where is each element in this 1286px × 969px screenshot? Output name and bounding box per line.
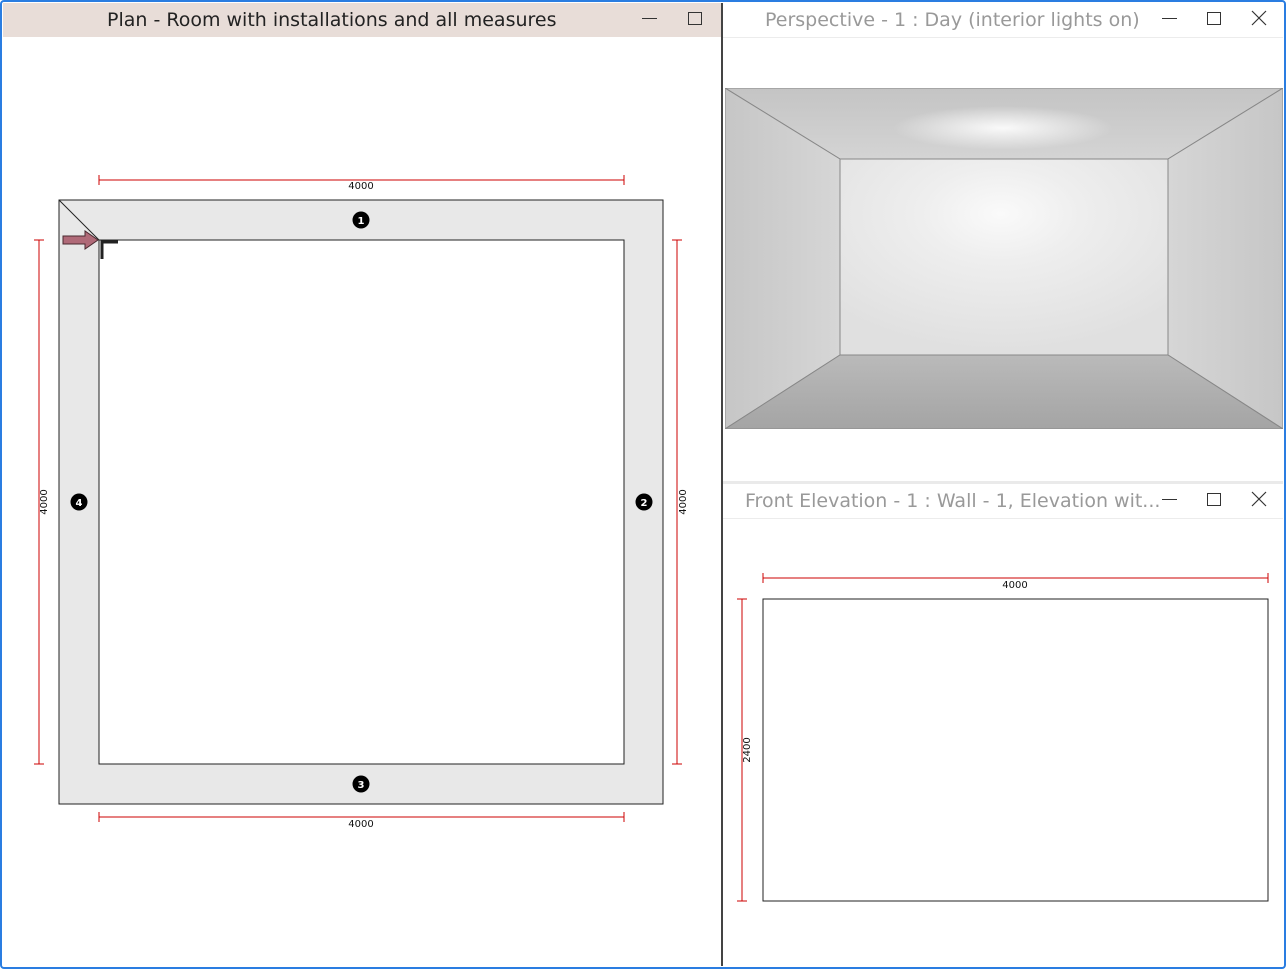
dimension-top-label: 4000 (348, 181, 373, 192)
elevation-title-bar[interactable]: Front Elevation - 1 : Wall - 1, Elevatio… (723, 484, 1283, 519)
perspective-maximize-button[interactable] (1198, 3, 1230, 33)
dimension-left-label: 4000 (39, 489, 50, 514)
maximize-icon (1207, 492, 1221, 506)
perspective-render[interactable] (725, 88, 1283, 429)
dimension-right-label: 4000 (678, 489, 689, 514)
room-walls[interactable] (58, 199, 664, 805)
elevation-minimize-button[interactable] (1153, 484, 1185, 514)
wall-marker-3[interactable]: 3 (352, 775, 370, 793)
elevation-title: Front Elevation - 1 : Wall - 1, Elevatio… (745, 490, 1161, 512)
ceiling-light-glow (893, 106, 1113, 150)
plan-window[interactable]: Plan - Room with installations and all m… (3, 3, 723, 966)
plan-maximize-button[interactable] (679, 3, 711, 33)
elevation-window[interactable]: Front Elevation - 1 : Wall - 1, Elevatio… (723, 484, 1283, 966)
maximize-icon (1207, 11, 1221, 25)
svg-text:3: 3 (358, 780, 365, 791)
close-icon (1251, 491, 1267, 507)
elevation-dimension-height-label: 2400 (742, 737, 753, 762)
elevation-close-button[interactable] (1243, 484, 1275, 514)
elevation-maximize-button[interactable] (1198, 484, 1230, 514)
close-icon (1251, 10, 1267, 26)
minimize-icon (1161, 17, 1177, 19)
wall-marker-4[interactable]: 4 (70, 493, 88, 511)
svg-text:4: 4 (76, 498, 83, 509)
elevation-canvas[interactable]: 4000 2400 (723, 518, 1283, 966)
wall-marker-2[interactable]: 2 (635, 493, 653, 511)
elevation-wall[interactable] (762, 598, 1269, 902)
perspective-window[interactable]: Perspective - 1 : Day (interior lights o… (723, 3, 1283, 480)
plan-minimize-button[interactable] (633, 3, 665, 33)
svg-text:1: 1 (358, 216, 365, 227)
plan-canvas[interactable]: 4000 4000 4000 4000 1 2 3 4 (3, 37, 721, 966)
back-wall-surface (839, 158, 1169, 356)
plan-title: Plan - Room with installations and all m… (107, 9, 557, 31)
elevation-dimension-width-label: 4000 (1002, 580, 1027, 591)
perspective-title: Perspective - 1 : Day (interior lights o… (765, 9, 1140, 31)
wall-marker-1[interactable]: 1 (352, 211, 370, 229)
perspective-minimize-button[interactable] (1153, 3, 1185, 33)
minimize-icon (641, 17, 657, 19)
corner-start-marker (100, 240, 118, 259)
minimize-icon (1161, 498, 1177, 500)
dimension-bottom-label: 4000 (348, 819, 373, 830)
svg-text:2: 2 (641, 498, 648, 509)
perspective-close-button[interactable] (1243, 3, 1275, 33)
plan-title-bar[interactable]: Plan - Room with installations and all m… (3, 3, 721, 37)
perspective-title-bar[interactable]: Perspective - 1 : Day (interior lights o… (723, 3, 1283, 38)
maximize-icon (688, 11, 702, 25)
